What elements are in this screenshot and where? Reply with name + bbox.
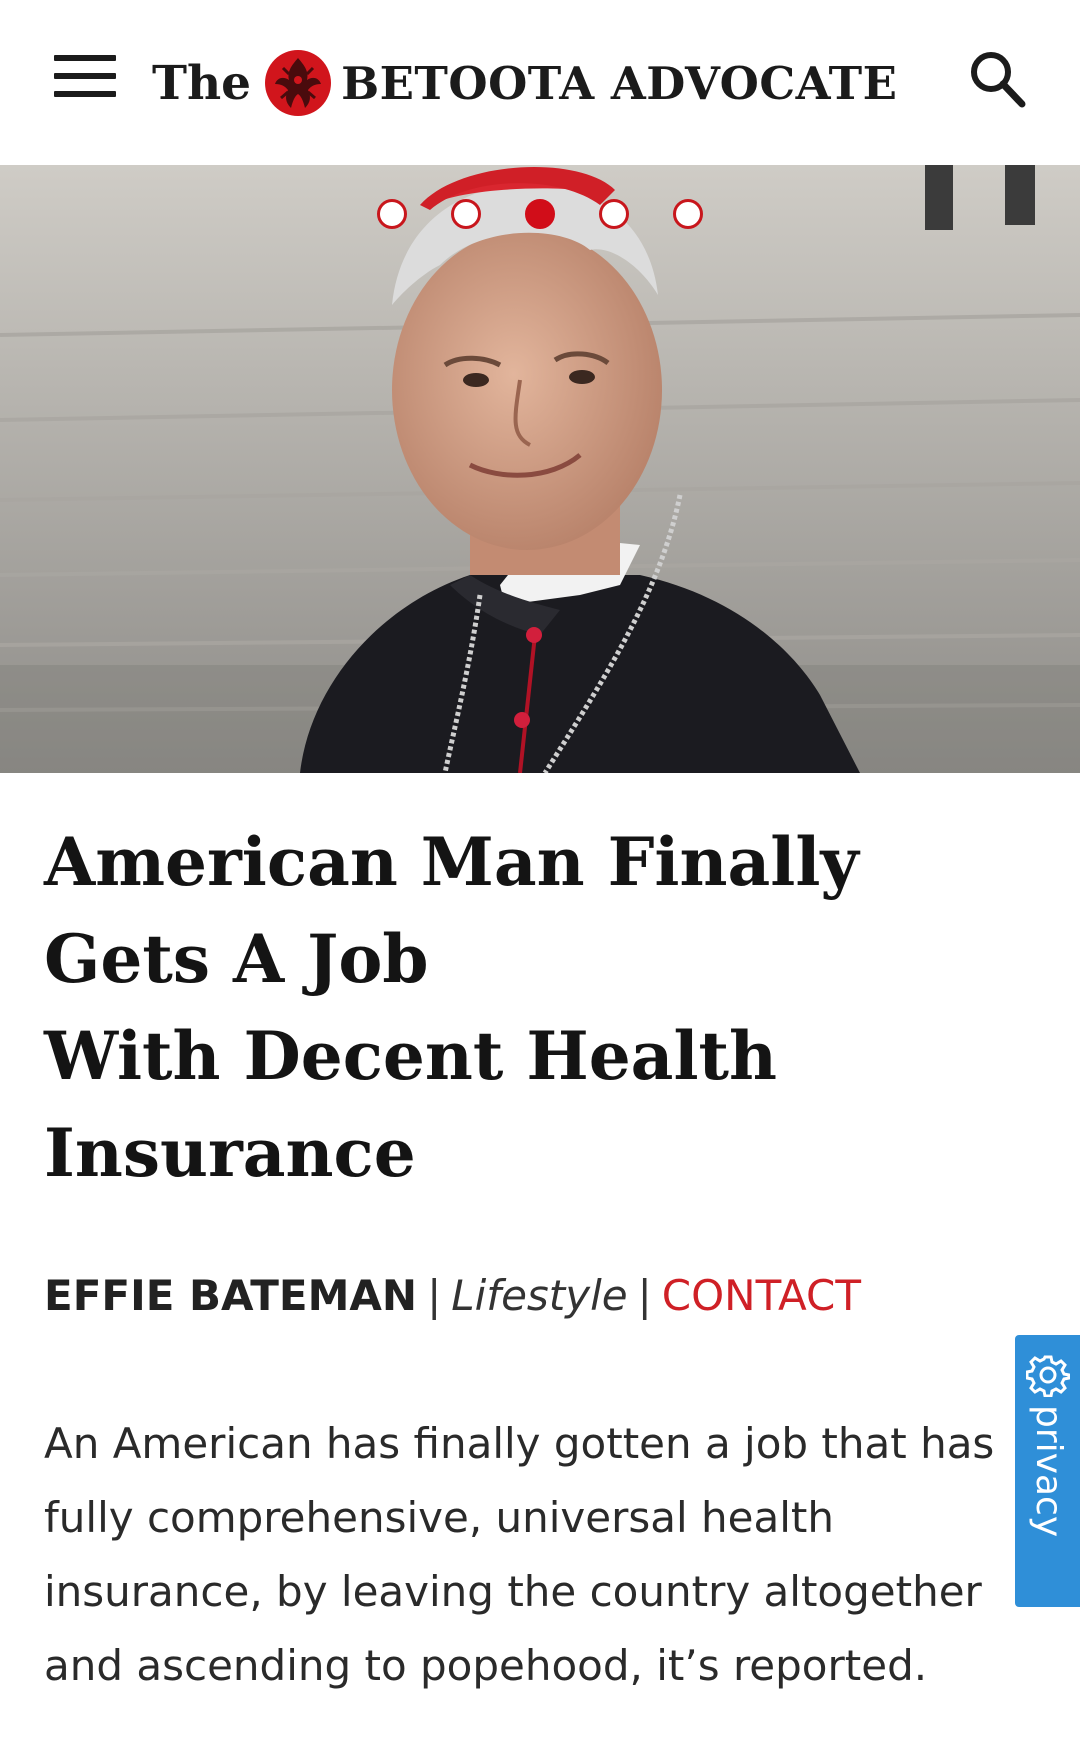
carousel-dot[interactable] — [377, 199, 407, 229]
crest-logo-icon — [265, 50, 332, 116]
headline-line: American Man Finally — [44, 823, 859, 901]
hero-image-carousel[interactable] — [0, 165, 1080, 773]
byline-separator: | — [427, 1271, 442, 1320]
search-icon[interactable] — [966, 48, 1028, 110]
headline-line: Insurance — [44, 1114, 416, 1192]
carousel-dot-active[interactable] — [525, 199, 555, 229]
carousel-dots — [0, 199, 1080, 229]
hero-photo — [0, 165, 1080, 773]
headline-line: With Decent Health — [44, 1017, 777, 1095]
body-line: An American has finally gotten a job tha… — [44, 1419, 995, 1468]
article-byline: EFFIE BATEMAN | Lifestyle | CONTACT — [44, 1268, 861, 1324]
menu-bar — [54, 91, 116, 97]
gear-icon — [1026, 1355, 1070, 1397]
carousel-dot[interactable] — [599, 199, 629, 229]
site-logo[interactable]: The BETOOTA ADVOCATE — [152, 38, 897, 128]
menu-bar — [54, 55, 116, 61]
privacy-settings-tab[interactable]: privacy — [1015, 1335, 1080, 1607]
logo-prefix: The — [152, 55, 252, 111]
byline-separator: | — [637, 1271, 652, 1320]
logo-name: BETOOTA ADVOCATE — [341, 56, 898, 110]
body-line: and ascending to popehood, it’s reported… — [44, 1641, 928, 1690]
carousel-dot[interactable] — [673, 199, 703, 229]
body-line: insurance, by leaving the country altoge… — [44, 1567, 982, 1616]
article-body: An American has finally gotten a job tha… — [44, 1407, 1024, 1703]
site-header: The BETOOTA ADVOCATE — [0, 0, 1080, 165]
body-line: fully comprehensive, universal health — [44, 1493, 834, 1542]
author-name[interactable]: EFFIE BATEMAN — [44, 1271, 417, 1320]
contact-link[interactable]: CONTACT — [662, 1271, 861, 1320]
category-link[interactable]: Lifestyle — [451, 1271, 627, 1320]
hamburger-menu-icon[interactable] — [54, 52, 116, 100]
privacy-label: privacy — [1028, 1405, 1069, 1538]
article-headline: American Man Finally Gets A Job With Dec… — [44, 814, 1024, 1202]
carousel-dot[interactable] — [451, 199, 481, 229]
headline-line: Gets A Job — [44, 920, 429, 998]
menu-bar — [54, 73, 116, 79]
